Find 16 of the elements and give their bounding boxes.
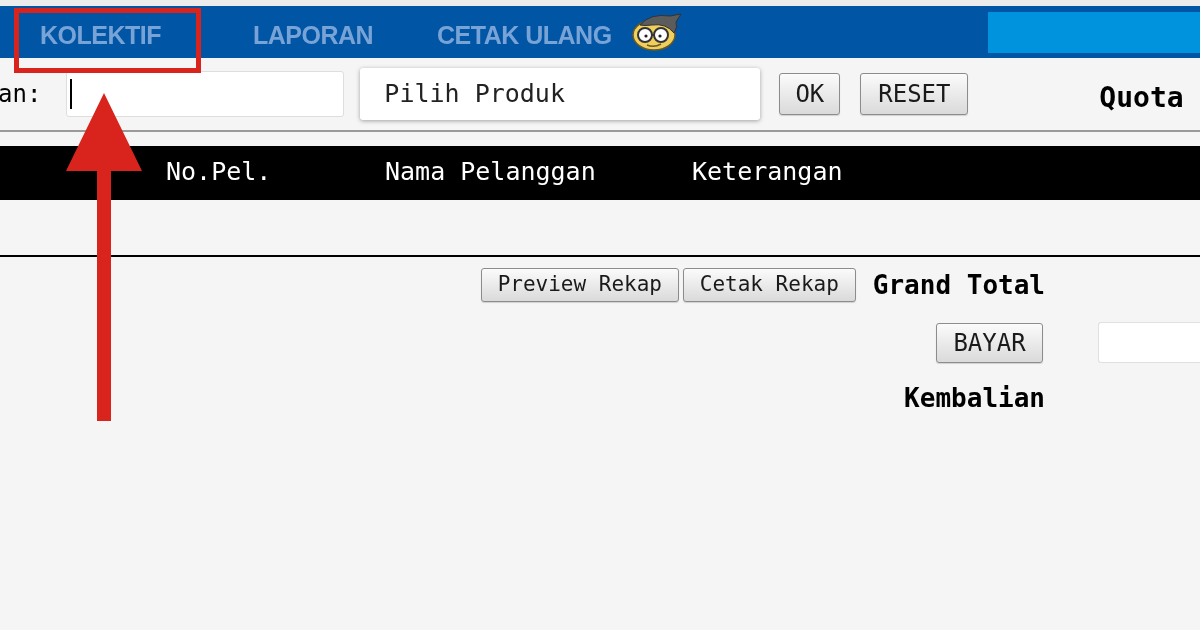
payment-input-field[interactable]	[1098, 322, 1200, 363]
reset-button[interactable]: RESET	[860, 73, 969, 115]
quota-label: Quota	[1099, 84, 1184, 112]
print-recap-button[interactable]: Cetak Rekap	[682, 268, 856, 302]
preview-recap-button[interactable]: Preview Rekap	[480, 268, 679, 302]
change-label: Kembalian	[904, 385, 1045, 411]
column-header: No.Pel.	[166, 157, 272, 186]
cartoon-face-icon	[629, 13, 682, 51]
product-select[interactable]: Pilih Produk	[360, 68, 761, 120]
column-header: Nama Pelanggan	[385, 157, 596, 186]
customer-input-field[interactable]	[66, 71, 345, 117]
grand-total-label: Grand Total	[872, 272, 1045, 298]
field-label: an:	[0, 82, 42, 106]
ok-button[interactable]: OK	[779, 73, 841, 115]
column-header: Keterangan	[692, 157, 843, 186]
pay-button[interactable]: BAYAR	[936, 322, 1043, 363]
